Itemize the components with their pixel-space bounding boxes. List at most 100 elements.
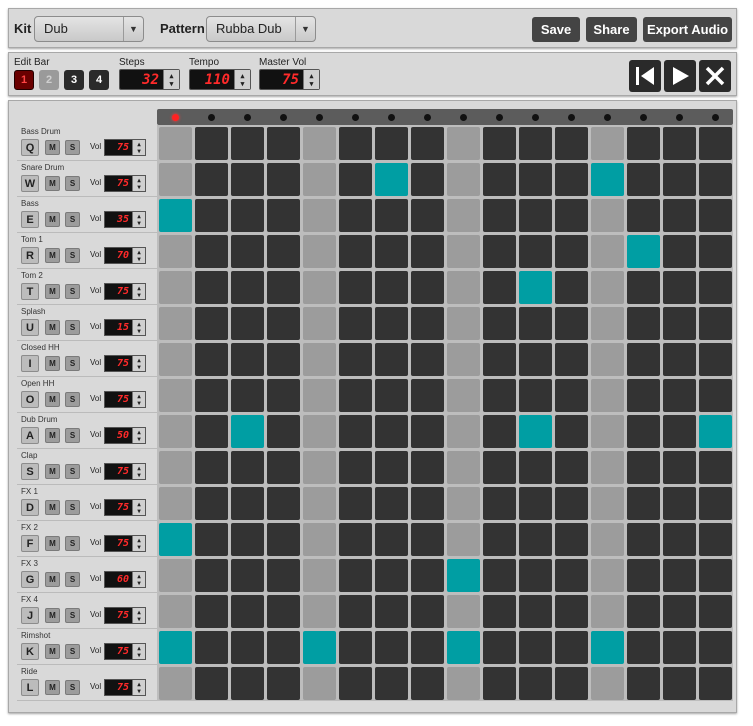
step-button[interactable]: [626, 378, 660, 412]
stepper-arrows-icon[interactable]: ▲ ▼: [132, 176, 145, 191]
solo-button[interactable]: S: [65, 248, 80, 263]
steps-stepper[interactable]: 32 ▲ ▼: [119, 69, 180, 90]
step-button[interactable]: [410, 666, 444, 700]
step-button[interactable]: [482, 378, 516, 412]
step-button[interactable]: [266, 630, 300, 664]
mute-button[interactable]: M: [45, 500, 60, 515]
step-button[interactable]: [302, 450, 336, 484]
step-button[interactable]: [194, 486, 228, 520]
step-button[interactable]: [590, 666, 624, 700]
step-button[interactable]: [698, 126, 732, 160]
step-button[interactable]: [158, 306, 192, 340]
step-button[interactable]: [410, 234, 444, 268]
step-button[interactable]: [266, 486, 300, 520]
step-button[interactable]: [698, 486, 732, 520]
step-button[interactable]: [374, 630, 408, 664]
step-button[interactable]: [410, 306, 444, 340]
track-trigger-key[interactable]: I: [21, 355, 39, 372]
step-button[interactable]: [230, 198, 264, 232]
step-button[interactable]: [446, 522, 480, 556]
step-button[interactable]: [554, 306, 588, 340]
step-button[interactable]: [554, 126, 588, 160]
step-button[interactable]: [626, 306, 660, 340]
step-button[interactable]: [446, 486, 480, 520]
step-button[interactable]: [446, 414, 480, 448]
step-button[interactable]: [626, 270, 660, 304]
step-button[interactable]: [590, 414, 624, 448]
step-button[interactable]: [518, 594, 552, 628]
track-trigger-key[interactable]: J: [21, 607, 39, 624]
step-button[interactable]: [482, 162, 516, 196]
step-button[interactable]: [410, 558, 444, 592]
step-button[interactable]: [194, 666, 228, 700]
step-button[interactable]: [446, 162, 480, 196]
step-button[interactable]: [374, 594, 408, 628]
step-button[interactable]: [626, 162, 660, 196]
step-button[interactable]: [590, 306, 624, 340]
step-button[interactable]: [266, 450, 300, 484]
step-button[interactable]: [482, 450, 516, 484]
stepper-arrows-icon[interactable]: ▲ ▼: [132, 356, 145, 371]
solo-button[interactable]: S: [65, 212, 80, 227]
step-button[interactable]: [374, 486, 408, 520]
step-button[interactable]: [230, 558, 264, 592]
solo-button[interactable]: S: [65, 500, 80, 515]
step-button[interactable]: [554, 522, 588, 556]
bar-button-4[interactable]: 4: [89, 70, 109, 90]
step-button[interactable]: [374, 414, 408, 448]
step-button[interactable]: [626, 126, 660, 160]
track-volume-stepper[interactable]: 75 ▲ ▼: [104, 679, 146, 696]
step-button[interactable]: [554, 198, 588, 232]
step-button[interactable]: [374, 162, 408, 196]
step-button[interactable]: [590, 558, 624, 592]
track-trigger-key[interactable]: G: [21, 571, 39, 588]
step-button[interactable]: [338, 450, 372, 484]
step-button[interactable]: [266, 198, 300, 232]
step-button[interactable]: [554, 450, 588, 484]
solo-button[interactable]: S: [65, 464, 80, 479]
solo-button[interactable]: S: [65, 320, 80, 335]
stepper-arrows-icon[interactable]: ▲ ▼: [163, 70, 179, 89]
step-button[interactable]: [158, 342, 192, 376]
step-button[interactable]: [590, 522, 624, 556]
step-button[interactable]: [230, 522, 264, 556]
step-button[interactable]: [158, 594, 192, 628]
step-button[interactable]: [338, 234, 372, 268]
step-button[interactable]: [518, 378, 552, 412]
solo-button[interactable]: S: [65, 428, 80, 443]
step-button[interactable]: [446, 198, 480, 232]
step-button[interactable]: [698, 342, 732, 376]
track-trigger-key[interactable]: T: [21, 283, 39, 300]
step-button[interactable]: [554, 630, 588, 664]
step-button[interactable]: [626, 558, 660, 592]
track-trigger-key[interactable]: O: [21, 391, 39, 408]
step-button[interactable]: [374, 522, 408, 556]
step-button[interactable]: [662, 414, 696, 448]
step-button[interactable]: [662, 558, 696, 592]
step-button[interactable]: [338, 630, 372, 664]
stepper-arrows-icon[interactable]: ▲ ▼: [132, 464, 145, 479]
step-button[interactable]: [626, 198, 660, 232]
stepper-arrows-icon[interactable]: ▲ ▼: [132, 212, 145, 227]
step-button[interactable]: [662, 198, 696, 232]
step-button[interactable]: [158, 270, 192, 304]
track-trigger-key[interactable]: K: [21, 643, 39, 660]
step-button[interactable]: [374, 558, 408, 592]
step-button[interactable]: [554, 594, 588, 628]
step-button[interactable]: [194, 558, 228, 592]
step-button[interactable]: [158, 630, 192, 664]
step-button[interactable]: [410, 630, 444, 664]
kit-select[interactable]: Dub ▼: [34, 16, 144, 42]
step-button[interactable]: [518, 198, 552, 232]
step-button[interactable]: [302, 522, 336, 556]
step-button[interactable]: [338, 522, 372, 556]
step-button[interactable]: [410, 342, 444, 376]
step-button[interactable]: [518, 558, 552, 592]
track-trigger-key[interactable]: L: [21, 679, 39, 696]
solo-button[interactable]: S: [65, 176, 80, 191]
pattern-select[interactable]: Rubba Dub ▼: [206, 16, 316, 42]
solo-button[interactable]: S: [65, 680, 80, 695]
solo-button[interactable]: S: [65, 392, 80, 407]
step-button[interactable]: [266, 234, 300, 268]
track-volume-stepper[interactable]: 75 ▲ ▼: [104, 139, 146, 156]
